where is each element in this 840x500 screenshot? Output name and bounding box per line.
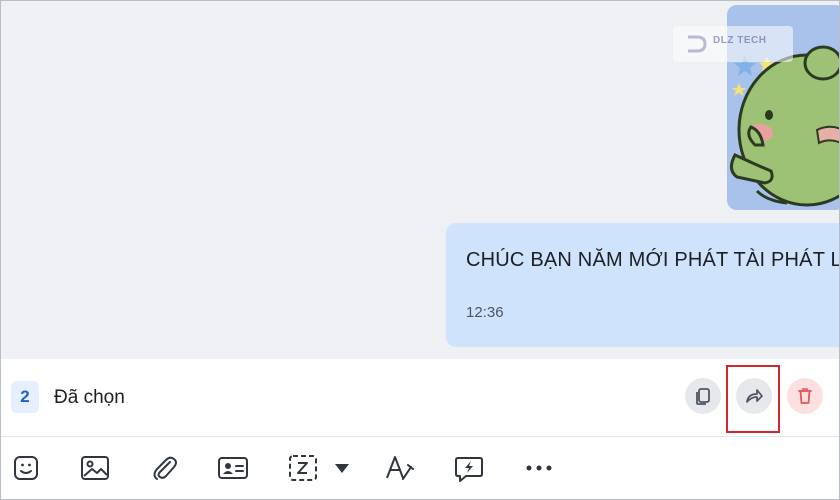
message-bubble[interactable]: CHÚC BẠN NĂM MỚI PHÁT TÀI PHÁT LỘC 12:36 (446, 223, 840, 347)
contact-card-icon (218, 457, 248, 479)
paperclip-icon (153, 456, 177, 480)
selected-label: Đã chọn (54, 387, 125, 408)
screenshot-icon (289, 455, 317, 481)
chat-window: DLZ TECH CHÚC BẠN NĂM MỚI PHÁT TÀI PHÁT … (0, 0, 840, 500)
sticker-icon (14, 456, 38, 480)
selected-count-badge: 2 (11, 381, 39, 413)
message-text: CHÚC BẠN NĂM MỚI PHÁT TÀI PHÁT LỘC (466, 249, 840, 271)
screenshot-options-dropdown[interactable] (329, 451, 355, 485)
message-time: 12:36 (466, 304, 504, 321)
watermark-icon (688, 35, 707, 53)
trash-icon (798, 388, 812, 404)
copy-icon (696, 388, 710, 405)
message-area[interactable]: DLZ TECH CHÚC BẠN NĂM MỚI PHÁT TÀI PHÁT … (1, 1, 840, 359)
delete-button[interactable] (787, 378, 823, 414)
screenshot-button[interactable] (286, 451, 320, 485)
quick-message-icon (455, 457, 483, 482)
quick-message-button[interactable] (452, 451, 486, 485)
image-button[interactable] (78, 451, 112, 485)
more-icon (526, 465, 552, 471)
watermark-text: DLZ TECH (713, 35, 767, 46)
copy-button[interactable] (685, 378, 721, 414)
composer-toolbar (1, 438, 839, 499)
chevron-down-icon (335, 464, 349, 473)
attach-button[interactable] (147, 451, 181, 485)
contact-card-button[interactable] (216, 451, 250, 485)
sticker-button[interactable] (9, 451, 43, 485)
text-format-button[interactable] (382, 451, 416, 485)
image-icon (81, 456, 109, 480)
more-options-button[interactable] (522, 451, 556, 485)
text-format-icon (386, 456, 414, 480)
watermark-logo: DLZ TECH (673, 26, 793, 62)
selection-bar: 2 Đã chọn (1, 359, 839, 437)
forward-highlight-box (726, 365, 780, 433)
